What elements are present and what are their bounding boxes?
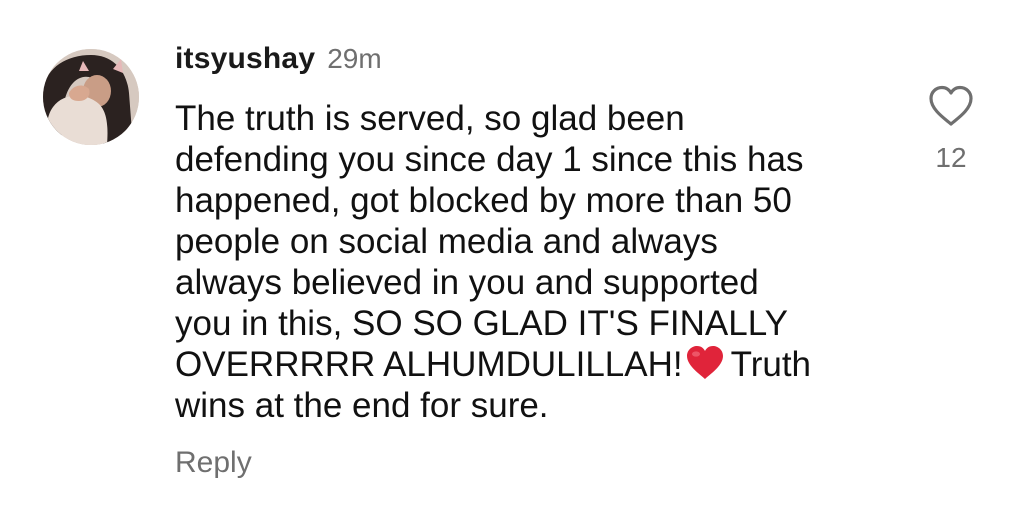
comment-header: itsyushay 29m [175,42,382,82]
comment-text-line: always believed in you and supported [175,263,759,302]
comment-text-line: The truth is served, so glad been [175,99,685,138]
comment-text-segment: Truth [730,345,812,384]
avatar[interactable] [43,49,139,145]
red-heart-emoji-icon [685,345,725,381]
reply-button[interactable]: Reply [175,446,252,480]
comment-text-line: wins at the end for sure. [175,386,549,425]
avatar-image [43,49,139,145]
comment-text-line: happened, got blocked by more than 50 [175,181,792,220]
comment-text-line: OVERRRRR ALHUMDULILLAH! Truth [175,344,875,385]
comment-text: The truth is served, so glad been defend… [175,98,875,426]
timestamp: 29m [327,43,382,74]
comment-text-segment: OVERRRRR ALHUMDULILLAH! [175,345,683,384]
comment-text-line: you in this, SO SO GLAD IT'S FINALLY [175,304,788,343]
heart-outline-icon[interactable] [927,84,975,128]
like-area: 12 [918,80,984,180]
comment-text-line: defending you since day 1 since this has [175,140,804,179]
username[interactable]: itsyushay [175,42,315,76]
like-count: 12 [935,142,967,173]
comment-text-line: people on social media and always [175,222,718,261]
comment: itsyushay 29m The truth is served, so gl… [0,0,1024,520]
